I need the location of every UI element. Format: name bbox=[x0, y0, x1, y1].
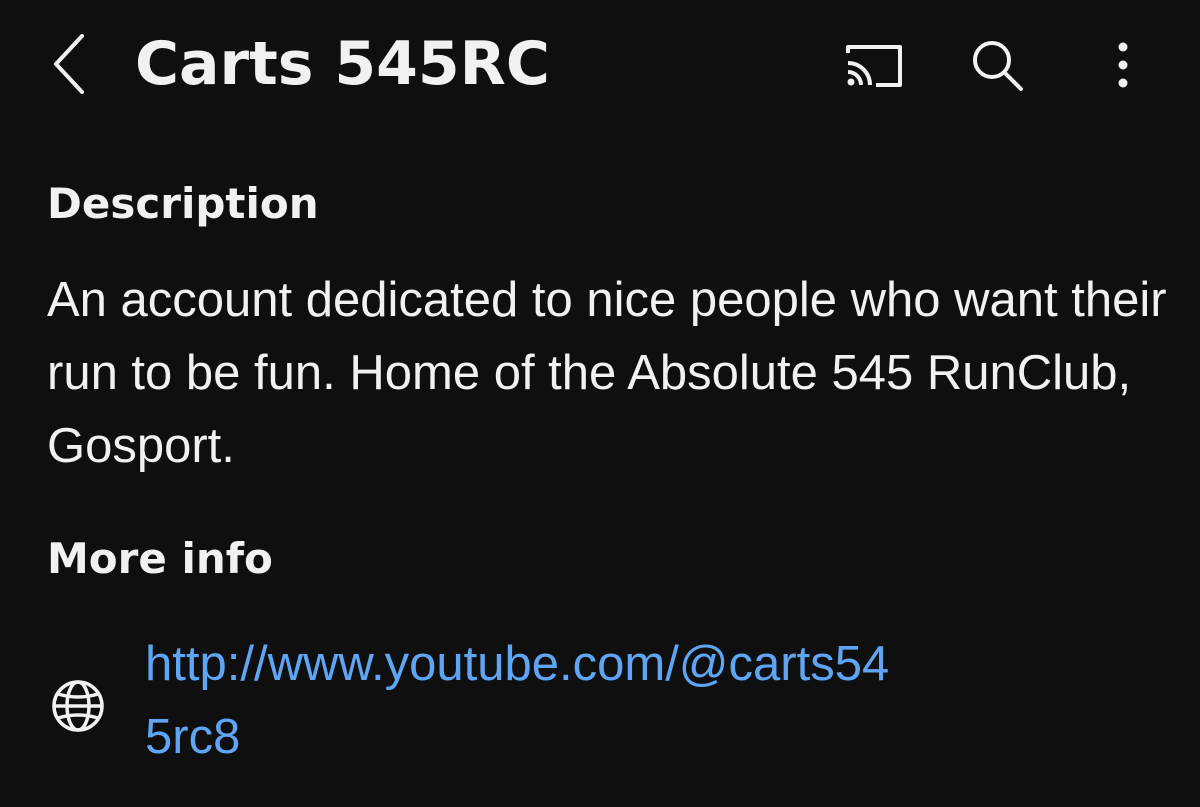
description-heading: Description bbox=[47, 179, 319, 228]
globe-icon-wrapper bbox=[48, 676, 108, 736]
globe-icon bbox=[52, 680, 104, 732]
more-info-link-row: http://www.youtube.com/@carts545rc8 bbox=[40, 628, 1160, 778]
description-text: An account dedicated to nice people who … bbox=[47, 273, 1167, 473]
cast-button[interactable] bbox=[838, 30, 908, 100]
more-vertical-icon bbox=[1118, 42, 1128, 88]
top-app-bar: Carts 545RC bbox=[0, 0, 1200, 130]
more-options-button[interactable] bbox=[1088, 30, 1158, 100]
cast-icon bbox=[846, 45, 902, 87]
back-button[interactable] bbox=[40, 28, 100, 100]
search-button[interactable] bbox=[962, 30, 1032, 100]
search-icon bbox=[973, 41, 1023, 91]
chevron-left-icon bbox=[54, 34, 84, 94]
channel-link[interactable]: http://www.youtube.com/@carts545rc8 bbox=[145, 628, 905, 774]
more-info-heading: More info bbox=[47, 534, 273, 583]
page-title: Carts 545RC bbox=[135, 29, 550, 99]
